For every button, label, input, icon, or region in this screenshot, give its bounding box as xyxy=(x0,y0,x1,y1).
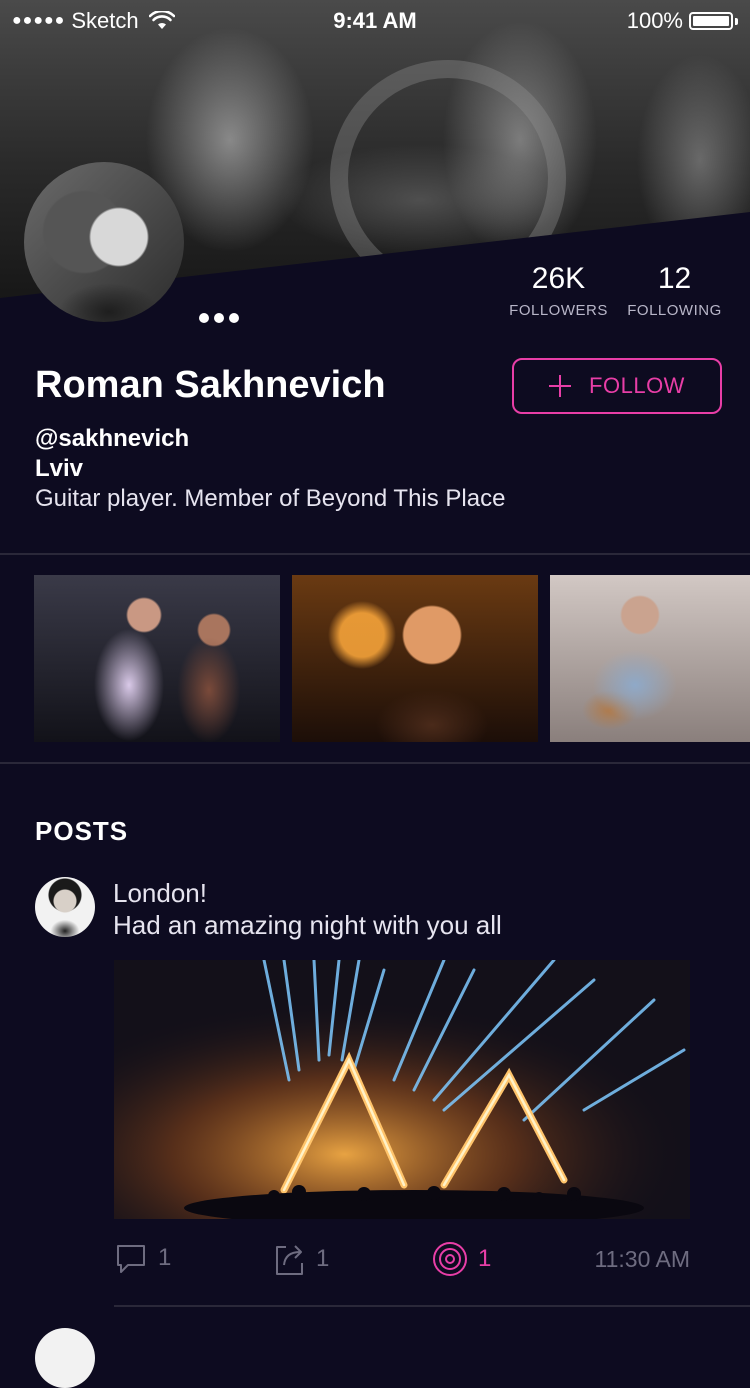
share-icon xyxy=(276,1245,303,1275)
share-button[interactable]: 1 xyxy=(272,1241,329,1277)
battery-icon xyxy=(689,12,733,30)
divider xyxy=(0,762,750,764)
followers-stat[interactable]: 26K FOLLOWERS xyxy=(507,262,610,319)
vinyl-record-icon xyxy=(433,1242,467,1276)
post-text: London! xyxy=(113,878,207,908)
like-count: 1 xyxy=(478,1245,492,1272)
more-dot xyxy=(229,313,239,323)
profile-name: Roman Sakhnevich xyxy=(35,364,386,406)
comment-button[interactable]: 1 xyxy=(114,1241,171,1275)
post-author-avatar[interactable] xyxy=(35,877,95,937)
profile-avatar[interactable] xyxy=(24,162,184,322)
divider xyxy=(114,1305,750,1307)
posts-heading: POSTS xyxy=(35,816,129,846)
profile-location: Lviv xyxy=(35,455,84,482)
follow-label: FOLLOW xyxy=(589,373,685,398)
status-right: 100% xyxy=(627,8,738,34)
followers-label: FOLLOWERS xyxy=(509,302,608,319)
gallery-photo[interactable] xyxy=(34,575,280,742)
post-timestamp: 11:30 AM xyxy=(594,1246,690,1272)
divider xyxy=(0,553,750,555)
vinyl-like-button[interactable]: 1 xyxy=(432,1241,491,1277)
profile-bio: Guitar player. Member of Beyond This Pla… xyxy=(35,485,506,512)
following-count: 12 xyxy=(657,262,692,295)
status-bar: ●●●●● Sketch 9:41 AM 100% xyxy=(0,0,750,40)
follow-button[interactable]: FOLLOW xyxy=(512,358,722,414)
more-dot xyxy=(199,313,209,323)
comment-icon xyxy=(117,1245,145,1273)
profile-handle: @sakhnevich xyxy=(35,425,190,452)
following-label: FOLLOWING xyxy=(627,302,722,319)
share-count: 1 xyxy=(316,1245,330,1272)
cover-arch xyxy=(330,60,566,296)
followers-count: 26K xyxy=(531,262,586,295)
battery-fill xyxy=(693,16,729,26)
battery-tip xyxy=(735,17,738,25)
battery-percentage: 100% xyxy=(626,8,683,33)
comment-count: 1 xyxy=(158,1244,172,1271)
concert-illustration xyxy=(114,960,690,1219)
next-post-avatar[interactable] xyxy=(35,1328,95,1388)
post-text: Had an amazing night with you all xyxy=(113,910,502,940)
following-stat[interactable]: 12 FOLLOWING xyxy=(623,262,726,319)
plus-icon xyxy=(549,375,572,397)
gallery-photo[interactable] xyxy=(292,575,538,742)
more-options-icon[interactable] xyxy=(199,313,239,323)
gallery-photo[interactable] xyxy=(550,575,750,742)
post-image[interactable] xyxy=(114,960,690,1219)
more-dot xyxy=(214,313,224,323)
